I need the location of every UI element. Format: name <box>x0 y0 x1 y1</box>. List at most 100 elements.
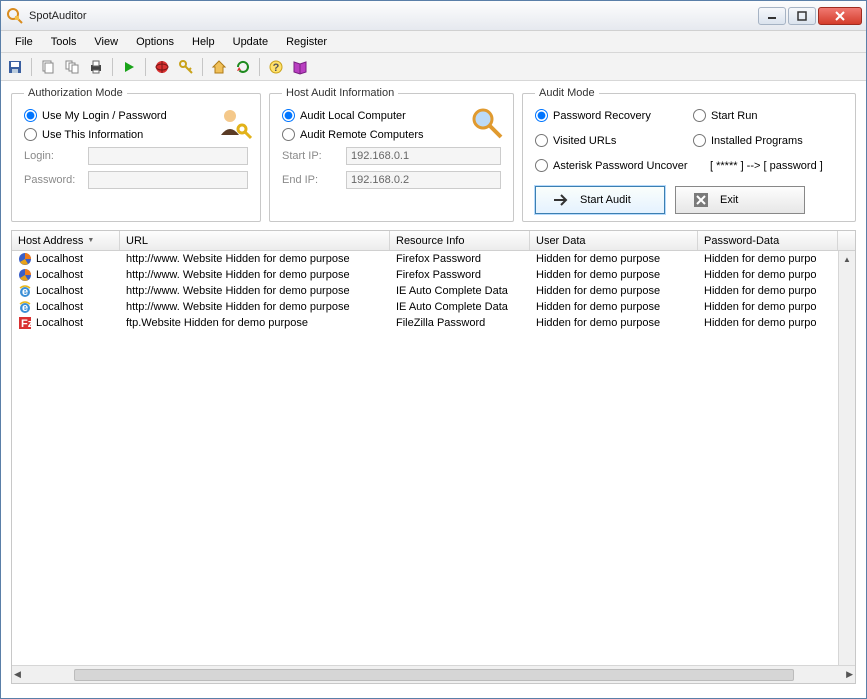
audit-radio-asterisk[interactable] <box>535 159 548 172</box>
home-icon[interactable] <box>209 57 229 77</box>
cell-url: http://www. Website Hidden for demo purp… <box>126 301 350 313</box>
cell-host: Localhost <box>36 301 83 313</box>
maximize-button[interactable] <box>788 7 816 25</box>
audit-legend: Audit Mode <box>535 87 599 99</box>
firefox-icon <box>18 268 32 282</box>
startip-label: Start IP: <box>282 150 340 162</box>
svg-text:e: e <box>22 286 28 298</box>
help-icon[interactable]: ? <box>266 57 286 77</box>
ie-icon: e <box>18 300 32 314</box>
titlebar: SpotAuditor <box>1 1 866 31</box>
cell-user: Hidden for demo purpose <box>536 253 660 265</box>
startip-input[interactable] <box>346 147 501 165</box>
auth-radio-thisinfo[interactable] <box>24 128 37 141</box>
host-audit-group: Host Audit Information Audit Local Compu… <box>269 87 514 222</box>
copy-icon[interactable] <box>38 57 58 77</box>
cell-url: http://www. Website Hidden for demo purp… <box>126 269 350 281</box>
separator <box>31 58 32 76</box>
host-radio-local[interactable] <box>282 109 295 122</box>
cell-host: Localhost <box>36 285 83 297</box>
cell-user: Hidden for demo purpose <box>536 301 660 313</box>
user-key-icon <box>216 105 252 141</box>
toolbar: ? <box>1 53 866 81</box>
separator <box>112 58 113 76</box>
audit-opt6: [ ***** ] --> [ password ] <box>710 160 823 172</box>
book-icon[interactable] <box>290 57 310 77</box>
svg-text:Fz: Fz <box>21 318 32 330</box>
svg-text:?: ? <box>273 62 280 74</box>
table-row[interactable]: Fz Localhost ftp.Website Hidden for demo p… <box>12 315 855 331</box>
menu-tools[interactable]: Tools <box>43 33 85 51</box>
horizontal-scrollbar[interactable]: ◀ ▶ <box>12 665 855 683</box>
menu-file[interactable]: File <box>7 33 41 51</box>
menu-update[interactable]: Update <box>225 33 276 51</box>
cell-pass: Hidden for demo purpo <box>704 317 817 329</box>
cell-user: Hidden for demo purpose <box>536 285 660 297</box>
separator <box>259 58 260 76</box>
vertical-scrollbar[interactable]: ▲ <box>838 251 855 665</box>
cell-resource: IE Auto Complete Data <box>396 301 508 313</box>
col-password-data[interactable]: Password-Data <box>698 231 838 250</box>
menu-options[interactable]: Options <box>128 33 182 51</box>
password-input[interactable] <box>88 171 248 189</box>
audit-radio-password-recovery[interactable] <box>535 109 548 122</box>
scrollbar-thumb[interactable] <box>74 669 794 681</box>
menu-view[interactable]: View <box>86 33 126 51</box>
auth-opt2-label: Use This Information <box>42 129 143 141</box>
panels: Authorization Mode Use My Login / Passwo… <box>1 81 866 230</box>
close-square-icon <box>692 191 710 209</box>
auth-radio-mylogin[interactable] <box>24 109 37 122</box>
start-audit-button[interactable]: Start Audit <box>535 186 665 214</box>
save-icon[interactable] <box>5 57 25 77</box>
scroll-up-icon: ▲ <box>843 251 851 267</box>
arrow-right-icon <box>552 191 570 209</box>
auth-opt1-label: Use My Login / Password <box>42 110 167 122</box>
globe-icon[interactable] <box>152 57 172 77</box>
results-table: Host Address▼ URL Resource Info User Dat… <box>11 230 856 684</box>
cell-pass: Hidden for demo purpo <box>704 285 817 297</box>
cell-url: http://www. Website Hidden for demo purp… <box>126 253 350 265</box>
exit-label: Exit <box>720 194 738 206</box>
menu-register[interactable]: Register <box>278 33 335 51</box>
cell-host: Localhost <box>36 317 83 329</box>
login-input[interactable] <box>88 147 248 165</box>
cell-url: http://www. Website Hidden for demo purp… <box>126 285 350 297</box>
print-icon[interactable] <box>86 57 106 77</box>
audit-radio-installed-programs[interactable] <box>693 134 706 147</box>
close-button[interactable] <box>818 7 862 25</box>
cell-host: Localhost <box>36 269 83 281</box>
col-resource-info[interactable]: Resource Info <box>390 231 530 250</box>
host-legend: Host Audit Information <box>282 87 398 99</box>
key-icon[interactable] <box>176 57 196 77</box>
auth-legend: Authorization Mode <box>24 87 127 99</box>
copy-all-icon[interactable] <box>62 57 82 77</box>
exit-button[interactable]: Exit <box>675 186 805 214</box>
cell-pass: Hidden for demo purpo <box>704 253 817 265</box>
col-url[interactable]: URL <box>120 231 390 250</box>
table-row[interactable]: Localhosthttp://www. Website Hidden for … <box>12 251 855 267</box>
table-row[interactable]: e Localhost http://www. Website Hidden for… <box>12 283 855 299</box>
table-body: Localhost http://www. Website Hidden for … <box>12 251 855 665</box>
col-user-data[interactable]: User Data <box>530 231 698 250</box>
sort-desc-icon: ▼ <box>87 237 94 244</box>
start-audit-label: Start Audit <box>580 194 631 206</box>
audit-radio-start-run[interactable] <box>693 109 706 122</box>
host-opt2-label: Audit Remote Computers <box>300 129 424 141</box>
table-row[interactable]: Localhost http://www. Website Hidden for … <box>12 267 855 283</box>
table-row[interactable]: e Localhost http://www. Website Hidden for… <box>12 299 855 315</box>
password-label: Password: <box>24 174 82 186</box>
cell-resource: IE Auto Complete Data <box>396 285 508 297</box>
window-title: SpotAuditor <box>29 10 758 22</box>
menu-help[interactable]: Help <box>184 33 223 51</box>
endip-input[interactable] <box>346 171 501 189</box>
play-icon[interactable] <box>119 57 139 77</box>
host-radio-remote[interactable] <box>282 128 295 141</box>
col-host-address[interactable]: Host Address▼ <box>12 231 120 250</box>
cell-resource: FileZilla Password <box>396 317 485 329</box>
login-label: Login: <box>24 150 82 162</box>
audit-radio-visited-urls[interactable] <box>535 134 548 147</box>
cell-url: ftp.Website Hidden for demo purpose <box>126 317 308 329</box>
minimize-button[interactable] <box>758 7 786 25</box>
magnify-icon <box>469 105 505 141</box>
refresh-icon[interactable] <box>233 57 253 77</box>
